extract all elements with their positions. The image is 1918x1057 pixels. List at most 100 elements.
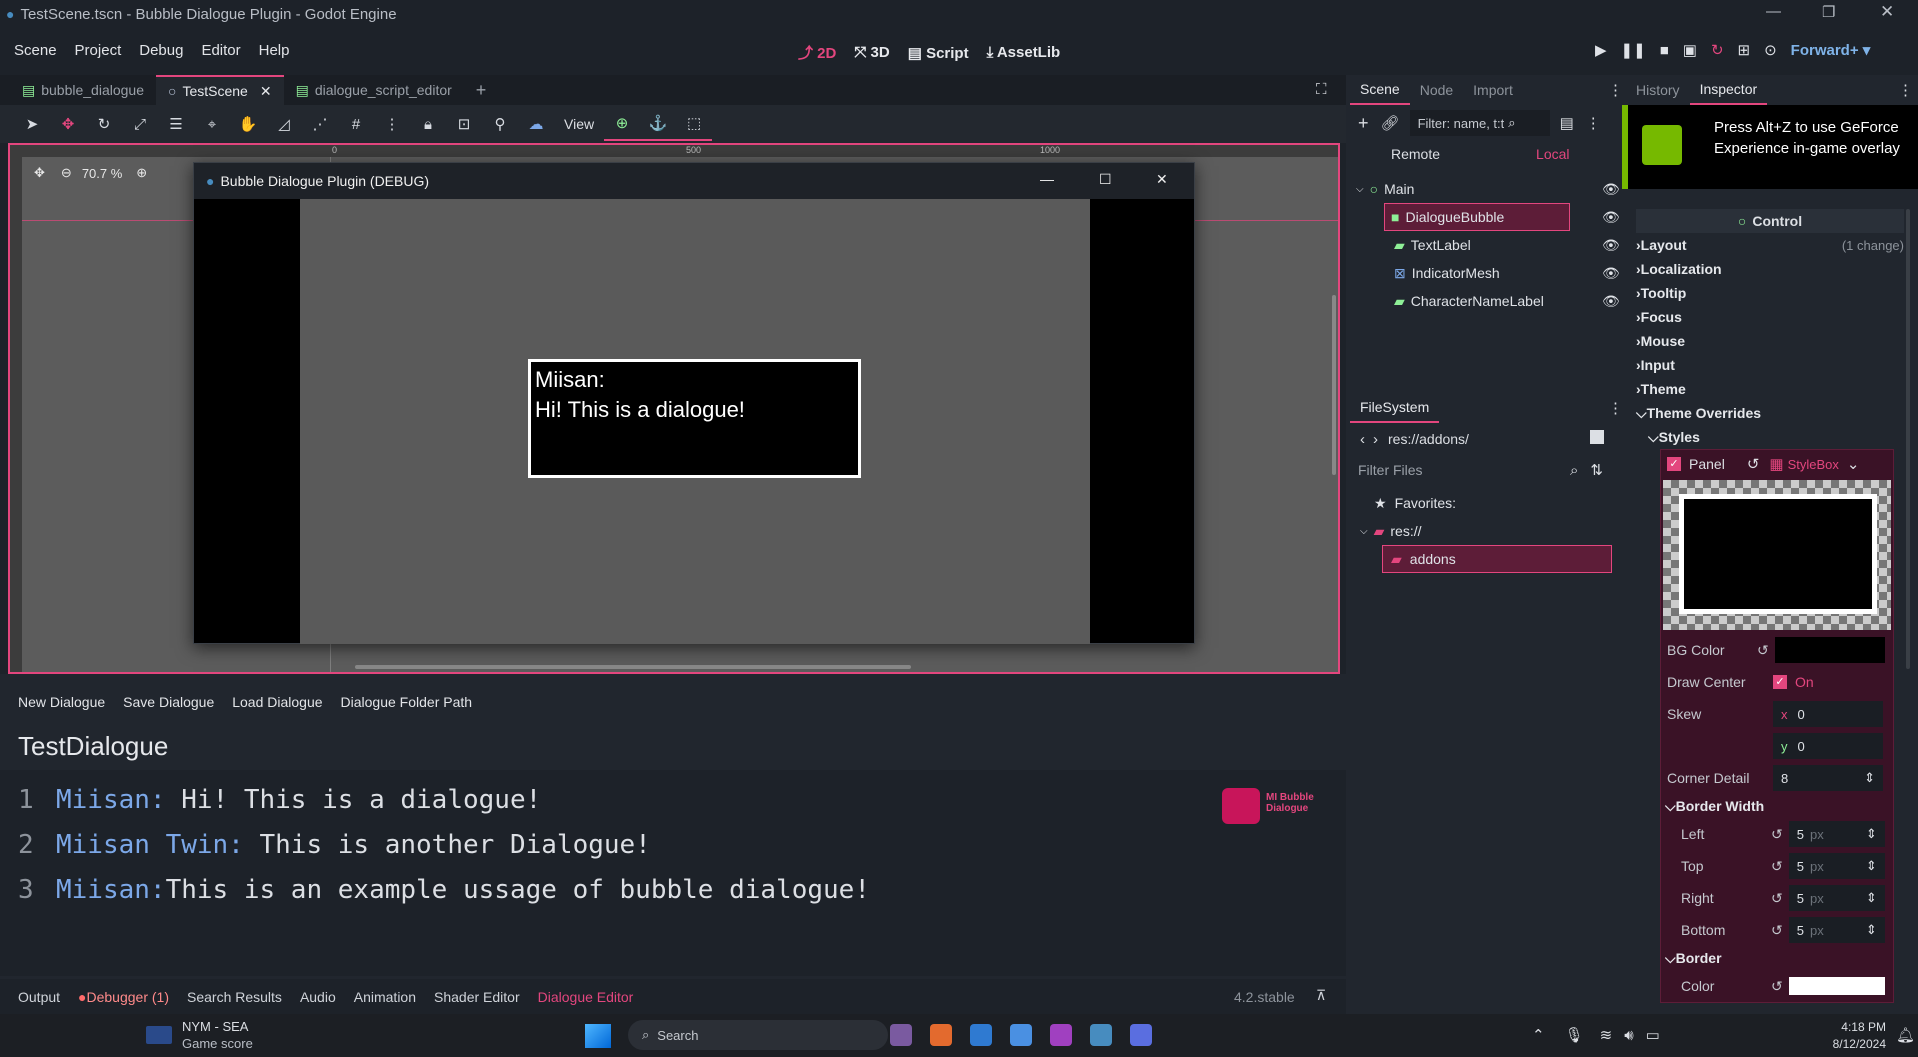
app-icon[interactable] bbox=[1010, 1024, 1032, 1046]
collapse-icon[interactable]: ⌵ bbox=[1356, 184, 1364, 195]
revert-icon[interactable]: ↺ bbox=[1771, 826, 1783, 843]
local-tab[interactable]: Local bbox=[1536, 146, 1569, 162]
remote-debug-icon[interactable]: ▣ bbox=[1683, 41, 1697, 59]
split-view-icon[interactable] bbox=[1590, 430, 1604, 444]
tab-output[interactable]: Output bbox=[18, 989, 60, 1005]
border-top-field[interactable]: 5 px ⇕ bbox=[1788, 853, 1885, 879]
maximize-button[interactable]: ☐ bbox=[1099, 171, 1112, 188]
tab-dialogue-script-editor[interactable]: ▤ dialogue_script_editor bbox=[284, 75, 464, 105]
section-mouse[interactable]: › Mouse bbox=[1636, 329, 1904, 353]
tab-import[interactable]: Import bbox=[1463, 75, 1523, 105]
revert-icon[interactable]: ↺ bbox=[1771, 890, 1783, 907]
lock-icon[interactable]: 🔒︎ bbox=[415, 111, 441, 137]
center-view-icon[interactable]: ✥ bbox=[34, 165, 45, 181]
stop-icon[interactable]: ■ bbox=[1660, 42, 1669, 59]
dialogue-code-editor[interactable]: 1 Miisan: Hi! This is a dialogue! 2 Miisan… bbox=[0, 770, 1346, 976]
game-viewport[interactable]: Miisan: Hi! This is a dialogue! bbox=[300, 199, 1090, 644]
tab-dialogue-editor[interactable]: Dialogue Editor bbox=[538, 989, 634, 1005]
section-border[interactable]: ⌵ Border bbox=[1661, 946, 1893, 970]
dialogue-folder-path-button[interactable]: Dialogue Folder Path bbox=[341, 694, 473, 710]
group-icon[interactable]: ⊡ bbox=[451, 111, 477, 137]
maximize-button[interactable]: ❐ bbox=[1822, 3, 1835, 21]
tab-scene[interactable]: Scene bbox=[1350, 75, 1410, 105]
section-focus[interactable]: › Focus bbox=[1636, 305, 1904, 329]
link-icon[interactable]: 🔗︎ bbox=[1381, 114, 1400, 132]
revert-icon[interactable]: ↺ bbox=[1771, 978, 1783, 995]
spinner-icon[interactable]: ⇕ bbox=[1864, 770, 1875, 786]
app-icon[interactable] bbox=[890, 1024, 912, 1046]
current-path[interactable]: res://addons/ bbox=[1388, 431, 1469, 447]
scale-tool-icon[interactable]: ⤢ bbox=[127, 111, 153, 137]
pivot-tool-icon[interactable]: ⌖ bbox=[199, 111, 225, 137]
favorites[interactable]: ★ Favorites: bbox=[1346, 489, 1622, 517]
border-color-swatch[interactable] bbox=[1788, 977, 1885, 995]
notification-bell-icon[interactable]: 🔔︎ bbox=[1896, 1026, 1915, 1044]
select-tool-icon[interactable]: ➤ bbox=[19, 111, 45, 137]
microphone-icon[interactable]: 🎙︎ bbox=[1565, 1026, 1584, 1044]
sort-icon[interactable]: ⇅ bbox=[1590, 461, 1603, 479]
clock[interactable]: 4:18 PM 8/12/2024 bbox=[1832, 1019, 1886, 1053]
smart-snap-icon[interactable]: ⋰ bbox=[307, 111, 333, 137]
tree-node-dialoguebubble[interactable]: ■ DialogueBubble 👁︎ bbox=[1384, 203, 1620, 231]
menu-editor[interactable]: Editor bbox=[201, 42, 240, 59]
workspace-script[interactable]: ▤ Script bbox=[908, 44, 969, 62]
section-tooltip[interactable]: › Tooltip bbox=[1636, 281, 1904, 305]
remote-tab[interactable]: Remote bbox=[1391, 146, 1440, 162]
panel-checkbox[interactable]: ✓ bbox=[1667, 457, 1681, 471]
tab-bubble-dialogue[interactable]: ▤ bubble_dialogue bbox=[10, 75, 156, 105]
tab-filesystem[interactable]: FileSystem bbox=[1350, 393, 1440, 423]
revert-icon[interactable]: ↺ bbox=[1747, 455, 1760, 473]
add-node-icon[interactable]: + bbox=[1358, 113, 1369, 134]
grid-snap-icon[interactable]: # bbox=[343, 111, 369, 137]
section-theme[interactable]: › Theme bbox=[1636, 377, 1904, 401]
visibility-icon[interactable]: 👁︎ bbox=[1602, 293, 1620, 310]
menu-debug[interactable]: Debug bbox=[139, 42, 183, 59]
back-icon[interactable]: ‹ bbox=[1360, 431, 1365, 448]
pan-tool-icon[interactable]: ✋ bbox=[235, 111, 261, 137]
new-dialogue-button[interactable]: New Dialogue bbox=[18, 694, 105, 710]
section-layout[interactable]: › Layout (1 change) bbox=[1636, 233, 1904, 257]
spinner-icon[interactable]: ⇕ bbox=[1866, 826, 1877, 842]
rotate-tool-icon[interactable]: ↻ bbox=[91, 111, 117, 137]
play-custom-icon[interactable]: ⊙ bbox=[1764, 41, 1777, 59]
tab-history[interactable]: History bbox=[1626, 75, 1690, 105]
border-right-field[interactable]: 5 px ⇕ bbox=[1788, 885, 1885, 911]
section-styles[interactable]: ⌵ Styles bbox=[1636, 425, 1904, 449]
chevron-down-icon[interactable]: ⌄ bbox=[1847, 455, 1860, 473]
godot-app-icon[interactable] bbox=[1090, 1024, 1112, 1046]
news-widget[interactable]: NYM - SEA Game score bbox=[146, 1018, 253, 1052]
script-icon[interactable]: ▤ bbox=[1560, 114, 1574, 132]
zoom-level[interactable]: 70.7 % bbox=[82, 166, 122, 181]
border-bottom-field[interactable]: 5 px ⇕ bbox=[1788, 917, 1885, 943]
forward-icon[interactable]: › bbox=[1373, 431, 1378, 448]
wifi-icon[interactable]: ≋ bbox=[1600, 1026, 1613, 1044]
zoom-in-icon[interactable]: ⊕ bbox=[136, 165, 147, 181]
vertical-scrollbar[interactable] bbox=[1332, 295, 1336, 475]
skew-y-field[interactable]: y0 bbox=[1773, 733, 1883, 759]
minimize-button[interactable]: — bbox=[1766, 3, 1781, 20]
menu-project[interactable]: Project bbox=[75, 42, 122, 59]
chevron-up-icon[interactable]: ⌃ bbox=[1532, 1026, 1545, 1044]
revert-icon[interactable]: ↺ bbox=[1771, 858, 1783, 875]
tab-node[interactable]: Node bbox=[1410, 75, 1463, 105]
zoom-out-icon[interactable]: ⊖ bbox=[61, 165, 72, 181]
ruler-tool-icon[interactable]: ◿ bbox=[271, 111, 297, 137]
horizontal-scrollbar[interactable] bbox=[355, 665, 911, 669]
more-options-icon[interactable]: ⋮ bbox=[379, 111, 405, 137]
draw-center-checkbox[interactable]: ✓ bbox=[1773, 675, 1787, 689]
folder-res[interactable]: ⌵ ▰ res:// bbox=[1346, 517, 1622, 545]
visibility-icon[interactable]: 👁︎ bbox=[1602, 181, 1620, 198]
tree-node-main[interactable]: ⌵ ○ Main 👁︎ bbox=[1346, 175, 1622, 203]
close-tab-icon[interactable]: ✕ bbox=[260, 83, 272, 100]
add-anchor-icon[interactable]: ⊕ bbox=[609, 110, 635, 136]
dock-menu-icon[interactable]: ⋮ bbox=[1608, 81, 1623, 99]
view-menu[interactable]: View bbox=[564, 116, 594, 132]
visibility-icon[interactable]: ☁ bbox=[523, 111, 549, 137]
workspace-assetlib[interactable]: ⤓ AssetLib bbox=[987, 44, 1061, 61]
filter-files-input[interactable]: Filter Files bbox=[1358, 462, 1570, 478]
tree-node-indicatormesh[interactable]: ⊠ IndicatorMesh 👁︎ bbox=[1346, 259, 1622, 287]
workspace-3d[interactable]: ⤧ 3D bbox=[854, 44, 889, 61]
tab-search-results[interactable]: Search Results bbox=[187, 989, 282, 1005]
tab-testscene[interactable]: ○ TestScene ✕ bbox=[156, 75, 284, 105]
expand-panel-icon[interactable]: ⊼ bbox=[1316, 987, 1326, 1004]
